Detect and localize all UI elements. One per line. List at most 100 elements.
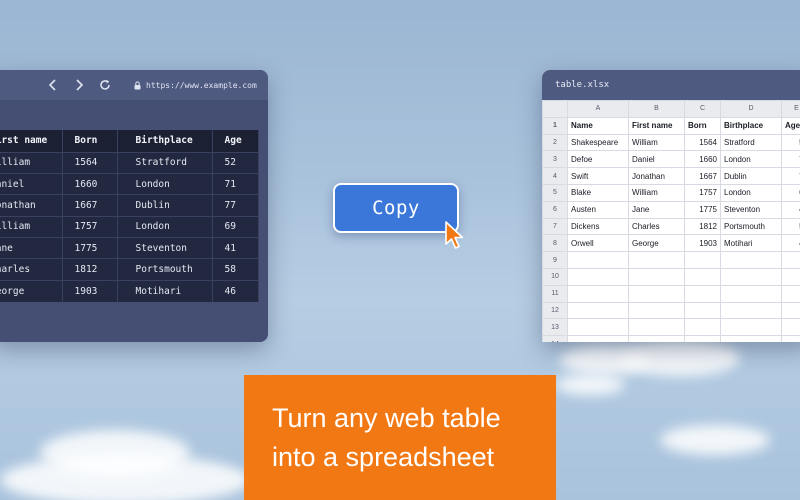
sheet-cell[interactable]: Portsmouth — [720, 217, 782, 236]
sheet-cell[interactable]: 41 — [781, 200, 800, 219]
column-letter[interactable]: C — [684, 100, 721, 118]
sheet-cell[interactable]: Defoe — [567, 150, 629, 169]
sheet-row: 2ShakespeareWilliam1564Stratford52 — [542, 133, 800, 152]
sheet-cell[interactable]: Motihari — [720, 234, 782, 253]
row-number[interactable]: 2 — [542, 133, 568, 152]
row-number[interactable]: 1 — [542, 116, 568, 135]
row-number[interactable]: 3 — [542, 150, 568, 169]
sheet-cell[interactable]: Blake — [567, 183, 629, 202]
sheet-cell[interactable]: Age — [781, 116, 800, 135]
row-number[interactable]: 7 — [542, 217, 568, 236]
sheet-cell[interactable]: 1757 — [684, 183, 721, 202]
sheet-cell[interactable]: Orwell — [567, 234, 629, 253]
row-number[interactable]: 5 — [542, 183, 568, 202]
sheet-cell[interactable]: 77 — [781, 167, 800, 185]
sheet-cell[interactable]: Dickens — [567, 217, 629, 236]
sheet-cell[interactable]: Jane — [628, 200, 685, 219]
sheet-cell[interactable] — [781, 267, 800, 286]
sheet-cell[interactable]: 1564 — [684, 133, 721, 152]
sheet-cell[interactable]: 1667 — [684, 167, 721, 185]
sheet-cell[interactable] — [684, 251, 721, 269]
caption-line: into a spreadsheet — [272, 442, 495, 472]
sheet-cell[interactable] — [567, 335, 629, 342]
sheet-cell[interactable]: 58 — [781, 217, 800, 236]
sheet-cell[interactable]: 71 — [781, 150, 800, 169]
sheet-cell[interactable]: William — [628, 133, 685, 152]
sheet-cell[interactable] — [567, 284, 629, 303]
sheet-cell[interactable]: 1903 — [684, 234, 721, 253]
sheet-cell[interactable]: London — [720, 183, 782, 202]
sheet-cell[interactable]: Charles — [628, 217, 685, 236]
row-number[interactable]: 9 — [542, 251, 568, 269]
sheet-cell[interactable]: Swift — [567, 167, 629, 185]
address-bar[interactable]: https://www.example.com — [134, 81, 257, 90]
sheet-cell[interactable] — [567, 267, 629, 286]
sheet-cell[interactable]: Dublin — [720, 167, 782, 185]
sheet-cell[interactable]: Shakespeare — [567, 133, 629, 152]
sheet-row: 9 — [542, 251, 800, 269]
sheet-cell[interactable] — [720, 251, 782, 269]
sheet-cell[interactable]: 46 — [781, 234, 800, 253]
reload-icon[interactable] — [94, 74, 116, 96]
copy-button[interactable]: Copy — [333, 183, 459, 233]
row-number[interactable]: 11 — [542, 284, 568, 303]
sheet-cell[interactable]: Birthplace — [720, 116, 782, 135]
sheet-cell[interactable]: William — [628, 183, 685, 202]
sheet-cell[interactable]: 1775 — [684, 200, 721, 219]
sheet-cell[interactable] — [684, 318, 721, 337]
sheet-cell[interactable]: 1812 — [684, 217, 721, 236]
row-number[interactable]: 14 — [542, 335, 568, 342]
sheet-cell[interactable]: First name — [628, 116, 685, 135]
sheet-cell[interactable] — [628, 335, 685, 342]
sheet-cell[interactable]: 1660 — [684, 150, 721, 169]
sheet-cell[interactable]: Born — [684, 116, 721, 135]
sheet-cell[interactable] — [628, 251, 685, 269]
column-letter[interactable]: B — [628, 100, 685, 118]
row-number[interactable]: 12 — [542, 301, 568, 320]
row-number[interactable]: 13 — [542, 318, 568, 337]
sheet-cell[interactable]: Steventon — [720, 200, 782, 219]
row-number[interactable]: 8 — [542, 234, 568, 253]
sheet-cell[interactable] — [628, 284, 685, 303]
column-letter[interactable]: A — [567, 100, 629, 118]
sheet-cell[interactable] — [720, 301, 782, 320]
sheet-cell[interactable] — [781, 284, 800, 303]
back-icon[interactable] — [42, 74, 64, 96]
table-cell: 77 — [212, 194, 259, 217]
sheet-cell[interactable] — [720, 335, 782, 342]
sheet-cell[interactable]: Daniel — [628, 150, 685, 169]
sheet-cell[interactable]: Jonathan — [628, 167, 685, 185]
sheet-cell[interactable] — [781, 301, 800, 320]
sheet-cell[interactable]: Stratford — [720, 133, 782, 152]
column-letter[interactable]: E — [781, 100, 800, 118]
sheet-cell[interactable] — [567, 301, 629, 320]
sheet-cell[interactable] — [781, 335, 800, 342]
sheet-cell[interactable] — [628, 267, 685, 286]
sheet-cell[interactable] — [684, 301, 721, 320]
sheet-cell[interactable]: Name — [567, 116, 629, 135]
sheet-cell[interactable] — [720, 267, 782, 286]
sheet-cell[interactable]: Austen — [567, 200, 629, 219]
sheet-row: 7DickensCharles1812Portsmouth58 — [542, 217, 800, 236]
sheet-cell[interactable]: 52 — [781, 133, 800, 152]
sheet-cell[interactable] — [684, 335, 721, 342]
row-number[interactable]: 6 — [542, 200, 568, 219]
sheet-cell[interactable] — [567, 251, 629, 269]
row-number[interactable]: 4 — [542, 167, 568, 185]
sheet-cell[interactable] — [628, 318, 685, 337]
sheet-cell[interactable] — [628, 301, 685, 320]
lock-icon — [134, 80, 141, 89]
sheet-cell[interactable] — [781, 318, 800, 337]
sheet-cell[interactable] — [567, 318, 629, 337]
sheet-cell[interactable]: 69 — [781, 183, 800, 202]
sheet-cell[interactable] — [720, 318, 782, 337]
column-letter[interactable]: D — [720, 100, 782, 118]
sheet-cell[interactable]: London — [720, 150, 782, 169]
sheet-cell[interactable]: George — [628, 234, 685, 253]
sheet-cell[interactable] — [684, 284, 721, 303]
sheet-cell[interactable] — [720, 284, 782, 303]
forward-icon[interactable] — [68, 74, 90, 96]
row-number[interactable]: 10 — [542, 267, 568, 286]
sheet-cell[interactable] — [781, 251, 800, 269]
sheet-cell[interactable] — [684, 267, 721, 286]
